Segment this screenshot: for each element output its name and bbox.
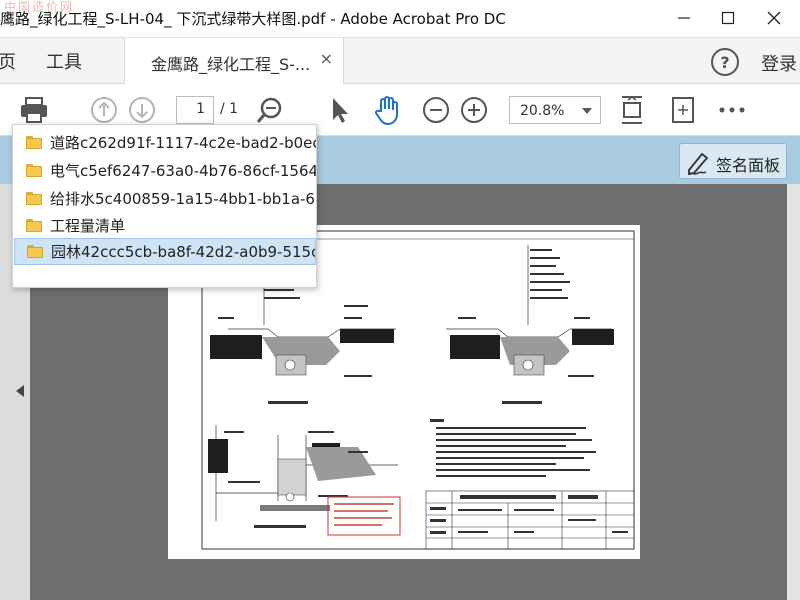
find-button[interactable] xyxy=(254,94,286,126)
print-icon xyxy=(21,97,47,123)
folder-icon xyxy=(26,136,42,149)
minus-circle-icon xyxy=(423,97,449,123)
folder-item-roads[interactable]: 道路c262d91f-1117-4c2e-bad2-b0ec. xyxy=(14,129,316,156)
zoom-value: 20.8% xyxy=(520,103,565,119)
tab-close-button[interactable]: × xyxy=(320,49,333,68)
pen-sign-icon xyxy=(687,152,709,176)
zoom-find-icon xyxy=(256,97,282,123)
zoom-select[interactable]: 20.8% xyxy=(509,96,601,124)
prev-page-button[interactable] xyxy=(88,94,120,126)
folder-label: 道路c262d91f-1117-4c2e-bad2-b0ec. xyxy=(50,134,316,152)
window-title: 鹰路_绿化工程_S-LH-04_ 下沉式绿带大样图.pdf - Adobe Ac… xyxy=(0,10,506,28)
close-window-button[interactable] xyxy=(752,2,796,34)
fit-page-button[interactable] xyxy=(616,94,648,126)
folder-label: 工程量清单 xyxy=(50,217,126,235)
hand-tool-button[interactable] xyxy=(372,94,404,126)
more-options-button[interactable] xyxy=(716,94,748,126)
folder-label: 给排水5c400859-1a15-4bb1-bb1a-69 xyxy=(50,190,316,208)
menu-home[interactable]: 页 xyxy=(0,48,16,74)
chevron-down-icon xyxy=(582,108,592,114)
fit-page-icon xyxy=(622,96,642,124)
folder-icon xyxy=(26,164,42,177)
menu-tools[interactable]: 工具 xyxy=(46,48,82,74)
minimize-icon xyxy=(678,17,690,19)
folder-dropdown: 道路c262d91f-1117-4c2e-bad2-b0ec. 电气c5ef62… xyxy=(12,124,317,288)
folder-item-water[interactable]: 给排水5c400859-1a15-4bb1-bb1a-69 xyxy=(14,185,316,212)
sign-panel-button[interactable]: 签名面板 xyxy=(679,143,787,179)
help-icon[interactable]: ? xyxy=(711,48,739,76)
arrow-up-circle-icon xyxy=(91,97,117,123)
login-button[interactable]: 登录 xyxy=(761,50,797,76)
more-dots-icon xyxy=(719,107,745,113)
folder-label: 电气c5ef6247-63a0-4b76-86cf-1564f. xyxy=(50,162,316,180)
maximize-button[interactable] xyxy=(706,2,750,34)
tab-row: 页 工具 金鹰路_绿化工程_S-... × ? 登录 xyxy=(0,38,800,84)
folder-item-bill-of-quantities[interactable]: 工程量清单 xyxy=(14,212,316,239)
next-page-button[interactable] xyxy=(126,94,158,126)
page-total: / 1 xyxy=(220,101,239,117)
hand-icon xyxy=(375,96,398,126)
expand-icon xyxy=(672,97,694,123)
folder-item-electrical[interactable]: 电气c5ef6247-63a0-4b76-86cf-1564f. xyxy=(14,157,316,184)
select-tool-button[interactable] xyxy=(324,94,356,126)
zoom-in-button[interactable] xyxy=(458,94,490,126)
minimize-button[interactable] xyxy=(662,2,706,34)
print-button[interactable] xyxy=(18,94,50,126)
folder-label: 园林42ccc5cb-ba8f-42d2-a0b9-515c. xyxy=(51,243,315,261)
folder-icon xyxy=(27,245,43,258)
zoom-out-button[interactable] xyxy=(420,94,452,126)
cursor-arrow-icon xyxy=(333,98,348,123)
full-screen-button[interactable] xyxy=(667,94,699,126)
expand-left-panel-icon[interactable] xyxy=(16,385,24,397)
document-tab[interactable]: 金鹰路_绿化工程_S-... × xyxy=(124,38,344,84)
page-number-input[interactable]: 1 xyxy=(176,96,214,124)
right-scrollbar[interactable] xyxy=(787,184,800,600)
sign-panel-label: 签名面板 xyxy=(716,156,781,175)
folder-icon xyxy=(26,192,42,205)
folder-icon xyxy=(26,219,42,232)
document-tab-label: 金鹰路_绿化工程_S-... xyxy=(151,55,311,74)
close-icon xyxy=(767,11,781,25)
title-bar: 中国造价网 鹰路_绿化工程_S-LH-04_ 下沉式绿带大样图.pdf - Ad… xyxy=(0,0,800,38)
folder-item-landscape[interactable]: 园林42ccc5cb-ba8f-42d2-a0b9-515c. xyxy=(14,238,316,265)
plus-circle-icon xyxy=(461,97,487,123)
maximize-icon xyxy=(721,11,735,25)
arrow-down-circle-icon xyxy=(129,97,155,123)
